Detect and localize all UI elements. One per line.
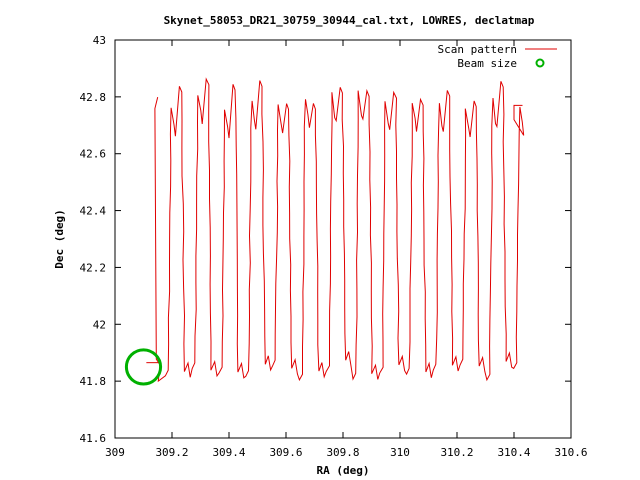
x-tick-label: 309 xyxy=(105,446,125,459)
y-axis: 41.6 41.8 42 42.2 42.4 42.6 42.8 43 xyxy=(80,34,571,445)
beam-size-circle xyxy=(124,348,163,386)
legend: Scan pattern Beam size xyxy=(438,43,557,70)
legend-label-scan-pattern: Scan pattern xyxy=(438,43,517,56)
legend-label-beam-size: Beam size xyxy=(457,57,517,70)
chart-title: Skynet_58053_DR21_30759_30944_cal.txt, L… xyxy=(164,14,535,27)
x-tick-label: 310.2 xyxy=(440,446,473,459)
y-tick-label: 42.4 xyxy=(80,205,107,218)
beam-layer xyxy=(124,348,163,386)
x-tick-label: 309.2 xyxy=(155,446,188,459)
y-tick-label: 41.6 xyxy=(80,432,107,445)
x-tick-label: 310 xyxy=(390,446,410,459)
scan-pattern-layer xyxy=(146,77,525,383)
y-tick-label: 43 xyxy=(93,34,106,47)
x-tick-label: 309.6 xyxy=(269,446,302,459)
y-tick-label: 42.6 xyxy=(80,148,107,161)
y-tick-label: 42.8 xyxy=(80,91,107,104)
scan-pattern-line xyxy=(154,77,525,383)
x-tick-label: 309.8 xyxy=(326,446,359,459)
y-tick-label: 42 xyxy=(93,318,106,331)
y-tick-label: 42.2 xyxy=(80,261,107,274)
x-axis: 309 309.2 309.4 309.6 309.8 310 310.2 310.4 310.… xyxy=(105,40,588,459)
x-axis-label: RA (deg) xyxy=(317,464,370,477)
x-tick-label: 309.4 xyxy=(212,446,245,459)
x-tick-label: 310.4 xyxy=(497,446,530,459)
chart: Skynet_58053_DR21_30759_30944_cal.txt, L… xyxy=(53,14,588,477)
legend-marker-beam-size xyxy=(535,58,545,68)
x-tick-label: 310.6 xyxy=(554,446,587,459)
y-tick-label: 41.8 xyxy=(80,375,107,388)
y-axis-label: Dec (deg) xyxy=(53,209,66,269)
